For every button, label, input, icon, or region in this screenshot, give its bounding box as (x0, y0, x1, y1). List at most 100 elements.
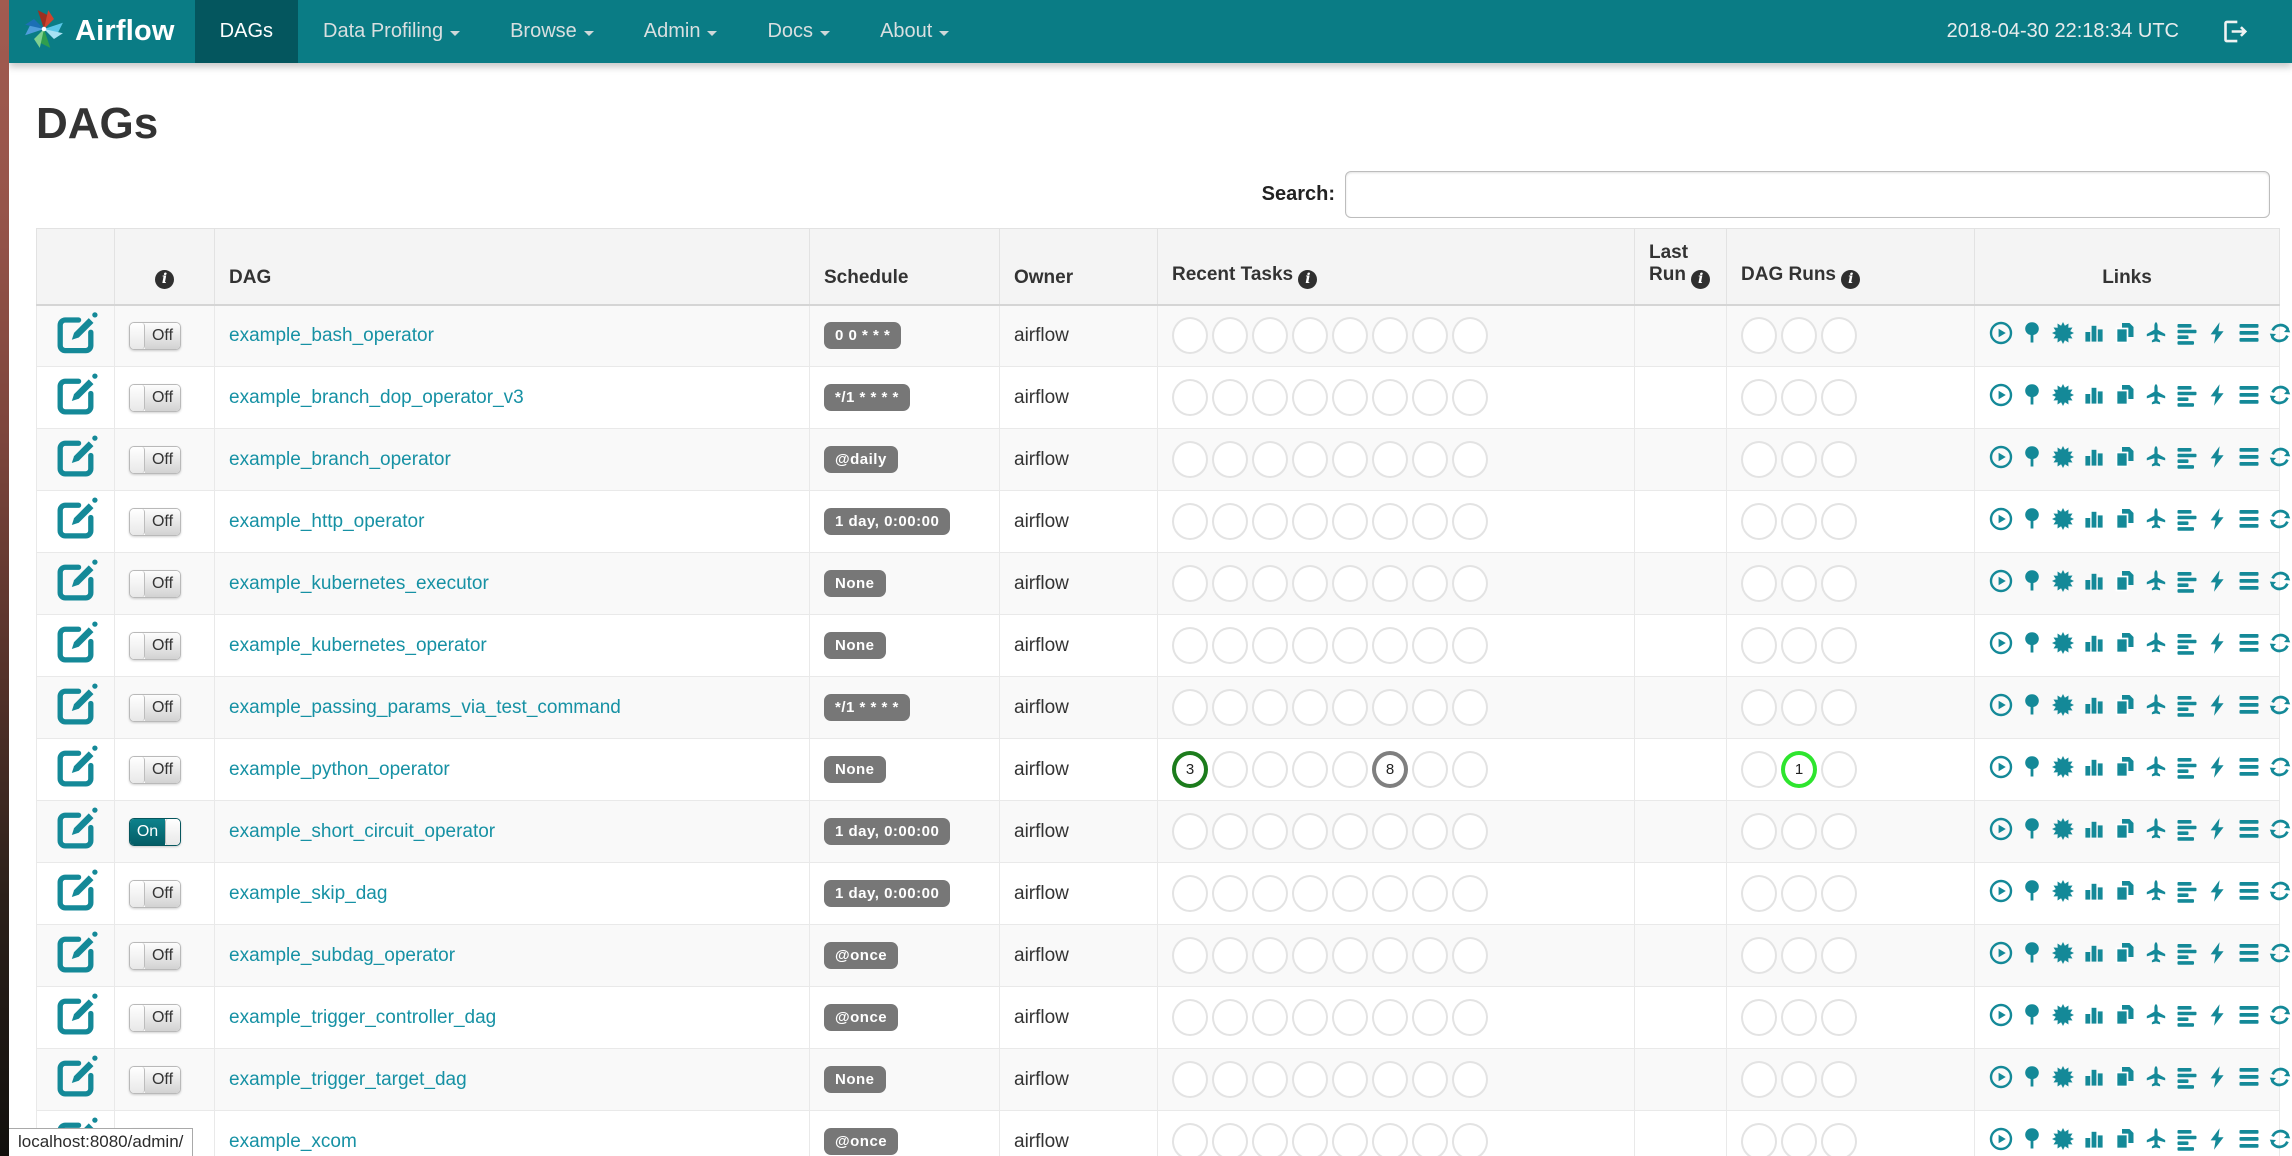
dag-link[interactable]: example_kubernetes_executor (229, 573, 489, 594)
graph-view-icon[interactable] (2051, 321, 2075, 345)
code-view-icon[interactable] (2206, 321, 2230, 345)
task-tries-icon[interactable] (2113, 569, 2137, 593)
trigger-dag-icon[interactable] (1989, 879, 2013, 903)
task-tries-icon[interactable] (2113, 1127, 2137, 1151)
dag-link[interactable]: example_short_circuit_operator (229, 821, 495, 842)
gantt-view-icon[interactable] (2175, 321, 2199, 345)
dag-link[interactable]: example_kubernetes_operator (229, 635, 487, 656)
dag-link[interactable]: example_passing_params_via_test_command (229, 697, 621, 718)
code-view-icon[interactable] (2206, 569, 2230, 593)
dag-pause-toggle[interactable]: Off (129, 1065, 181, 1094)
task-tries-icon[interactable] (2113, 879, 2137, 903)
edit-dag-icon[interactable] (51, 1055, 100, 1109)
task-tries-icon[interactable] (2113, 507, 2137, 531)
schedule-badge[interactable]: 1 day, 0:00:00 (824, 508, 951, 535)
logout-icon[interactable] (2221, 18, 2248, 45)
task-duration-icon[interactable] (2082, 1127, 2106, 1151)
schedule-badge[interactable]: */1 * * * * (824, 384, 910, 411)
edit-dag-icon[interactable] (51, 807, 100, 861)
schedule-badge[interactable]: None (824, 632, 886, 659)
schedule-badge[interactable]: 1 day, 0:00:00 (824, 818, 951, 845)
task-duration-icon[interactable] (2082, 507, 2106, 531)
task-duration-icon[interactable] (2082, 445, 2106, 469)
code-view-icon[interactable] (2206, 1003, 2230, 1027)
dag-run-circle[interactable]: 1 (1781, 751, 1817, 788)
nav-item-browse[interactable]: Browse (485, 0, 619, 63)
code-view-icon[interactable] (2206, 383, 2230, 407)
graph-view-icon[interactable] (2051, 569, 2075, 593)
gantt-view-icon[interactable] (2175, 1127, 2199, 1151)
landing-times-icon[interactable] (2144, 507, 2168, 531)
gantt-view-icon[interactable] (2175, 507, 2199, 531)
code-view-icon[interactable] (2206, 1065, 2230, 1089)
trigger-dag-icon[interactable] (1989, 507, 2013, 531)
nav-item-dags[interactable]: DAGs (194, 0, 299, 63)
gantt-view-icon[interactable] (2175, 755, 2199, 779)
code-view-icon[interactable] (2206, 817, 2230, 841)
schedule-badge[interactable]: @once (824, 1004, 899, 1031)
tree-view-icon[interactable] (2020, 879, 2044, 903)
landing-times-icon[interactable] (2144, 631, 2168, 655)
trigger-dag-icon[interactable] (1989, 693, 2013, 717)
dag-pause-toggle[interactable]: On (129, 817, 181, 846)
trigger-dag-icon[interactable] (1989, 1127, 2013, 1151)
task-duration-icon[interactable] (2082, 693, 2106, 717)
trigger-dag-icon[interactable] (1989, 755, 2013, 779)
task-duration-icon[interactable] (2082, 631, 2106, 655)
graph-view-icon[interactable] (2051, 817, 2075, 841)
task-duration-icon[interactable] (2082, 879, 2106, 903)
dag-pause-toggle[interactable]: Off (129, 693, 181, 722)
trigger-dag-icon[interactable] (1989, 817, 2013, 841)
logs-icon[interactable] (2237, 817, 2261, 841)
graph-view-icon[interactable] (2051, 1127, 2075, 1151)
schedule-badge[interactable]: 1 day, 0:00:00 (824, 880, 951, 907)
trigger-dag-icon[interactable] (1989, 631, 2013, 655)
dag-pause-toggle[interactable]: Off (129, 507, 181, 536)
dag-link[interactable]: example_xcom (229, 1131, 357, 1152)
logs-icon[interactable] (2237, 755, 2261, 779)
gantt-view-icon[interactable] (2175, 1065, 2199, 1089)
edit-dag-icon[interactable] (51, 683, 100, 737)
task-tries-icon[interactable] (2113, 383, 2137, 407)
dag-link[interactable]: example_branch_operator (229, 449, 451, 470)
dag-pause-toggle[interactable]: Off (129, 321, 181, 350)
tree-view-icon[interactable] (2020, 383, 2044, 407)
refresh-icon[interactable] (2268, 507, 2292, 531)
graph-view-icon[interactable] (2051, 941, 2075, 965)
gantt-view-icon[interactable] (2175, 383, 2199, 407)
landing-times-icon[interactable] (2144, 1127, 2168, 1151)
graph-view-icon[interactable] (2051, 1065, 2075, 1089)
dag-link[interactable]: example_python_operator (229, 759, 450, 780)
edit-dag-icon[interactable] (51, 559, 100, 613)
task-tries-icon[interactable] (2113, 321, 2137, 345)
schedule-badge[interactable]: None (824, 756, 886, 783)
refresh-icon[interactable] (2268, 879, 2292, 903)
trigger-dag-icon[interactable] (1989, 941, 2013, 965)
landing-times-icon[interactable] (2144, 941, 2168, 965)
graph-view-icon[interactable] (2051, 383, 2075, 407)
gantt-view-icon[interactable] (2175, 941, 2199, 965)
task-tries-icon[interactable] (2113, 941, 2137, 965)
logs-icon[interactable] (2237, 879, 2261, 903)
dag-pause-toggle[interactable]: Off (129, 569, 181, 598)
task-duration-icon[interactable] (2082, 941, 2106, 965)
code-view-icon[interactable] (2206, 445, 2230, 469)
task-tries-icon[interactable] (2113, 631, 2137, 655)
landing-times-icon[interactable] (2144, 1065, 2168, 1089)
edit-dag-icon[interactable] (51, 745, 100, 799)
dag-link[interactable]: example_trigger_controller_dag (229, 1007, 496, 1028)
trigger-dag-icon[interactable] (1989, 445, 2013, 469)
logs-icon[interactable] (2237, 383, 2261, 407)
schedule-badge[interactable]: */1 * * * * (824, 694, 910, 721)
landing-times-icon[interactable] (2144, 817, 2168, 841)
dag-pause-toggle[interactable]: Off (129, 941, 181, 970)
refresh-icon[interactable] (2268, 693, 2292, 717)
refresh-icon[interactable] (2268, 631, 2292, 655)
schedule-badge[interactable]: @daily (824, 446, 898, 473)
task-duration-icon[interactable] (2082, 383, 2106, 407)
trigger-dag-icon[interactable] (1989, 569, 2013, 593)
refresh-icon[interactable] (2268, 755, 2292, 779)
landing-times-icon[interactable] (2144, 879, 2168, 903)
edit-dag-icon[interactable] (51, 869, 100, 923)
code-view-icon[interactable] (2206, 507, 2230, 531)
